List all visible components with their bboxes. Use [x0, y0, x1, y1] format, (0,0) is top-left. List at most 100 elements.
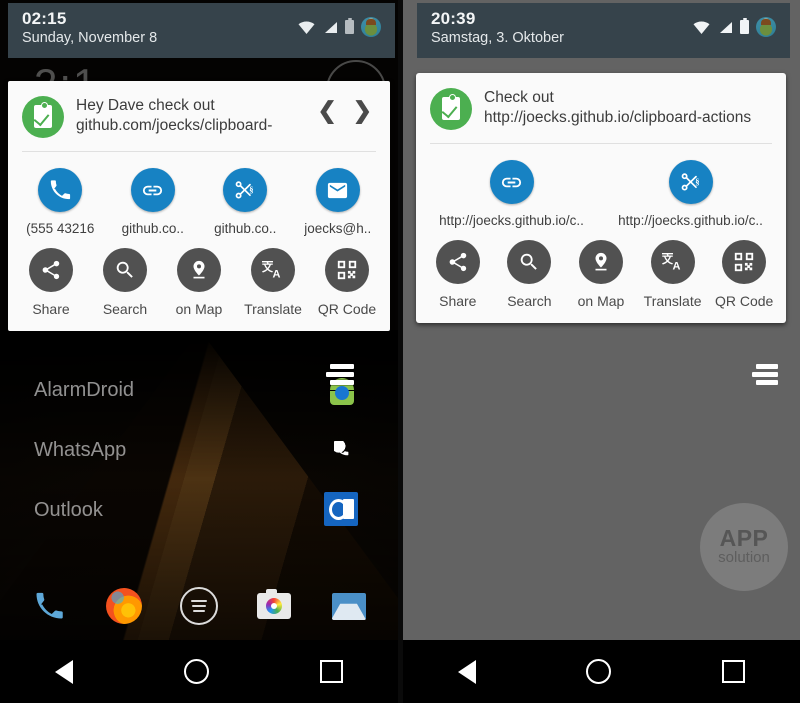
map-pin-icon [578, 240, 623, 284]
stacked-cards-icon [324, 364, 354, 386]
chip-label: github.co.. [121, 221, 184, 236]
battery-icon [345, 17, 354, 34]
app-name: AlarmDroid [34, 378, 135, 401]
phone-icon [38, 168, 83, 212]
phone-screen-right: 20:39 Samstag, 3. Oktober Check out http… [403, 0, 800, 703]
back-icon[interactable] [458, 659, 477, 684]
wifi-icon [693, 20, 710, 34]
app-drawer-icon[interactable] [179, 587, 218, 625]
signal-icon [720, 21, 732, 33]
translate-icon: 文 A [650, 240, 695, 284]
action-qr-code[interactable]: QR Code [708, 240, 780, 309]
dock-left [0, 587, 398, 625]
action-label: on Map [175, 301, 223, 317]
action-search[interactable]: Search [88, 248, 162, 317]
avatar[interactable] [756, 17, 776, 37]
home-icon[interactable] [586, 659, 612, 684]
card-header: Hey Dave check out github.com/joecks/cli… [8, 81, 390, 148]
action-on-map[interactable]: on Map [162, 248, 236, 317]
recents-icon[interactable] [721, 660, 745, 683]
action-on-map[interactable]: on Map [565, 240, 637, 309]
svg-text:A: A [273, 269, 281, 281]
signal-icon [325, 21, 337, 33]
action-share[interactable]: Share [422, 240, 494, 309]
android-icon [324, 364, 360, 408]
app-list-left: AlarmDroid WhatsApp Outlook [0, 360, 398, 540]
share-icon [435, 240, 480, 284]
action-share[interactable]: Share [14, 248, 88, 317]
action-label: Search [507, 293, 552, 309]
camera-icon[interactable] [255, 587, 293, 625]
action-label: Translate [643, 293, 702, 309]
app-solution-watermark: APP solution [700, 503, 788, 591]
search-icon [507, 240, 552, 284]
action-label: Share [32, 301, 70, 317]
outlook-icon [324, 492, 360, 528]
firefox-icon[interactable] [105, 587, 143, 625]
app-name: Outlook [34, 498, 103, 521]
notification-message: Check out http://joecks.github.io/clipbo… [484, 89, 752, 126]
battery-icon [740, 17, 749, 34]
chip-label: joecks@h.. [304, 221, 372, 236]
scissors-icon: § [668, 160, 713, 204]
watermark-subtitle: solution [718, 549, 770, 566]
card-header: Check out http://joecks.github.io/clipbo… [416, 73, 786, 140]
list-item[interactable]: AlarmDroid [0, 360, 398, 420]
detected-items-row-left: (555 43216 github.co.. § github.co.. joe… [8, 152, 390, 246]
action-qr-code[interactable]: QR Code [310, 248, 384, 317]
previous-clip-button[interactable]: ❮ [317, 99, 336, 122]
app-name: WhatsApp [34, 438, 127, 461]
global-actions-row-left: Share Search on Map 文 A Translate QR Cod… [8, 246, 390, 331]
translate-icon: 文 A [251, 248, 295, 292]
avatar[interactable] [361, 17, 381, 37]
status-icons [693, 17, 776, 37]
chip-item[interactable]: § github.co.. [199, 168, 292, 236]
notification-message: Hey Dave check out github.com/joecks/cli… [76, 97, 273, 134]
status-bar-right: 20:39 Samstag, 3. Oktober [417, 3, 790, 58]
inbox-icon[interactable] [330, 587, 368, 625]
share-icon [29, 248, 73, 292]
chip-label: (555 43216 [26, 221, 95, 236]
back-icon[interactable] [55, 659, 74, 684]
email-icon [315, 168, 360, 212]
whatsapp-icon [324, 432, 360, 468]
detected-items-row-right: http://joecks.github.io/c.. § http://joe… [416, 144, 786, 238]
action-label: Search [102, 301, 148, 317]
list-item[interactable]: Outlook [0, 480, 398, 540]
chip-item[interactable]: § http://joecks.github.io/c.. [601, 160, 780, 228]
clipboard-check-icon [22, 96, 64, 138]
comparison-screenshot: 2:1 02:15 Sunday, November 8 [0, 0, 800, 703]
status-icons [298, 17, 381, 37]
svg-text:§: § [249, 184, 253, 194]
card-nav-arrows: ❮ ❯ [313, 95, 380, 122]
nav-bar-right [403, 640, 800, 703]
phone-icon[interactable] [30, 587, 68, 625]
phone-screen-left: 2:1 02:15 Sunday, November 8 [0, 0, 398, 703]
clipboard-notification-card-left[interactable]: Hey Dave check out github.com/joecks/cli… [8, 81, 390, 331]
search-icon [103, 248, 147, 292]
chip-item[interactable]: http://joecks.github.io/c.. [422, 160, 601, 228]
qr-code-icon [722, 240, 767, 284]
chip-item[interactable]: github.co.. [107, 168, 200, 236]
svg-text:§: § [695, 176, 699, 186]
clipboard-notification-card-right[interactable]: Check out http://joecks.github.io/clipbo… [416, 73, 786, 323]
status-bar-left: 02:15 Sunday, November 8 [8, 3, 395, 58]
stacked-cards-icon[interactable] [748, 364, 778, 386]
scissors-icon: § [223, 168, 268, 212]
wifi-icon [298, 20, 315, 34]
chip-item[interactable]: joecks@h.. [292, 168, 385, 236]
nav-bar-left [0, 640, 398, 703]
action-search[interactable]: Search [494, 240, 566, 309]
global-actions-row-right: Share Search on Map 文 A Translate QR Cod… [416, 238, 786, 323]
action-label: QR Code [317, 301, 377, 317]
next-clip-button[interactable]: ❯ [353, 99, 372, 122]
action-label: QR Code [714, 293, 774, 309]
clipboard-check-icon [430, 88, 472, 130]
home-icon[interactable] [183, 659, 209, 684]
recents-icon[interactable] [319, 660, 343, 683]
chip-item[interactable]: (555 43216 [14, 168, 107, 236]
action-translate[interactable]: 文 A Translate [236, 248, 310, 317]
svg-text:A: A [672, 261, 680, 273]
list-item[interactable]: WhatsApp [0, 420, 398, 480]
action-translate[interactable]: 文 A Translate [637, 240, 709, 309]
